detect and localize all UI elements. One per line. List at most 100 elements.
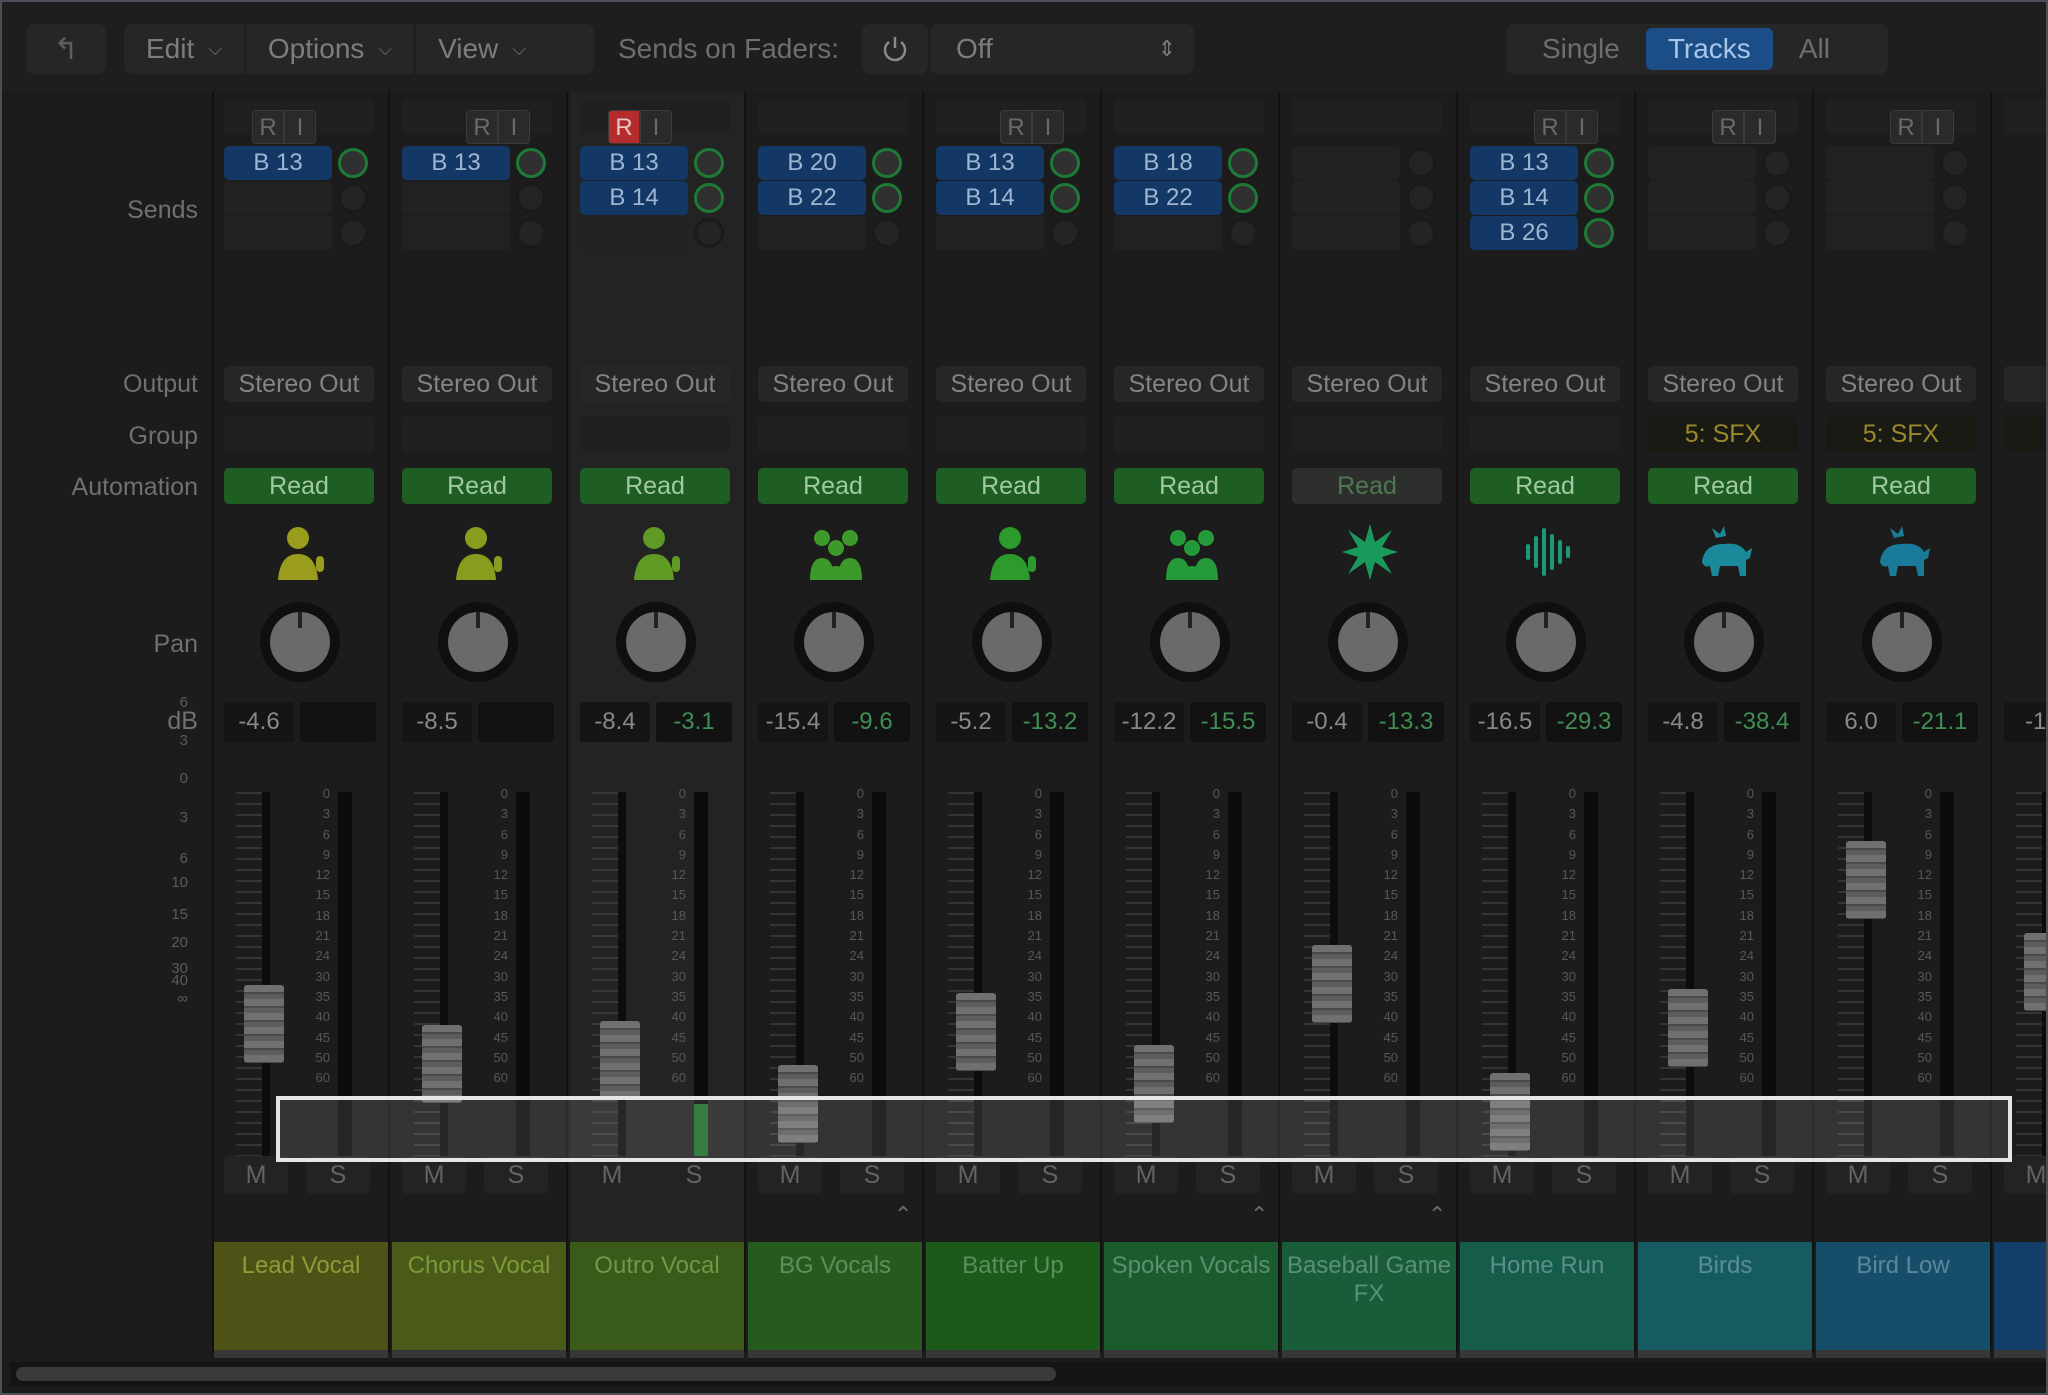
send-level-knob[interactable] [1228,148,1258,178]
read-button[interactable]: R [1890,110,1922,144]
track-name[interactable]: Home Run [1460,1242,1634,1352]
send-level-knob[interactable] [1762,218,1792,248]
send-slot-empty[interactable] [224,181,332,215]
peak-level-value[interactable]: -3.1 [656,702,732,742]
send-slot-empty[interactable] [1826,181,1934,215]
automation-mode-button[interactable]: Read [224,468,374,504]
send-level-knob[interactable] [338,148,368,178]
input-monitoring-button[interactable]: I [1032,110,1064,144]
scrollbar-thumb[interactable] [16,1367,1056,1381]
send-level-knob[interactable] [516,183,546,213]
pan-knob[interactable] [1328,602,1408,682]
send-level-knob[interactable] [872,148,902,178]
volume-fader[interactable] [1312,945,1352,1023]
automation-mode-button[interactable]: Read [1648,468,1798,504]
send-slot[interactable]: B 13 [1470,146,1578,180]
pan-knob[interactable] [616,602,696,682]
read-button[interactable]: R [252,110,284,144]
channel-strip[interactable]: B 13 B 14 Stereo Out Read -8.4 -3.1 0 3 6 9 12 15 18… [570,92,746,1358]
group-button[interactable] [224,416,374,452]
input-monitoring-button[interactable]: I [498,110,530,144]
send-level-knob[interactable] [1762,148,1792,178]
send-level-knob[interactable] [694,148,724,178]
send-level-knob[interactable] [516,148,546,178]
output-button[interactable]: Stereo Out [1470,366,1620,402]
send-slot[interactable]: B 13 [224,146,332,180]
volume-fader[interactable] [1668,989,1708,1067]
volume-value[interactable]: -4.6 [224,702,294,742]
volume-value[interactable]: -16.5 [1470,702,1540,742]
send-slot[interactable]: B 14 [1470,181,1578,215]
pan-knob[interactable] [1862,602,1942,682]
send-slot[interactable]: B 22 [758,181,866,215]
read-button[interactable]: R [608,110,640,144]
send-level-knob[interactable] [338,218,368,248]
options-menu[interactable]: Options ⌵ [246,24,417,74]
volume-fader[interactable] [244,985,284,1063]
send-level-knob[interactable] [1228,183,1258,213]
pan-knob[interactable] [438,602,518,682]
volume-value[interactable]: -0.4 [1292,702,1362,742]
send-slot[interactable]: B 14 [580,181,688,215]
output-button[interactable]: Stereo Out [1826,366,1976,402]
edit-menu[interactable]: Edit ⌵ [124,24,246,74]
peak-level-value[interactable]: -9.6 [834,702,910,742]
automation-mode-button[interactable]: Read [1470,468,1620,504]
send-level-knob[interactable] [694,218,724,248]
pan-knob[interactable] [794,602,874,682]
peak-level-value[interactable]: -13.2 [1012,702,1088,742]
chevron-up-icon[interactable]: ⌃ [1428,1202,1446,1228]
input-monitoring-button[interactable]: I [284,110,316,144]
group-button[interactable] [402,416,552,452]
insert-slot[interactable] [1114,100,1264,134]
group-button[interactable] [758,416,908,452]
volume-value[interactable]: 6.0 [1826,702,1896,742]
volume-value[interactable]: -4.8 [1648,702,1718,742]
peak-level-value[interactable] [478,702,554,742]
automation-mode-button[interactable]: Read [936,468,1086,504]
input-monitoring-button[interactable]: I [1566,110,1598,144]
output-button[interactable]: Stereo Out [1292,366,1442,402]
send-slot-empty[interactable] [402,216,510,250]
send-slot-empty[interactable] [1114,216,1222,250]
track-name[interactable]: Chorus Vocal [392,1242,566,1352]
automation-mode-button[interactable]: Read [1114,468,1264,504]
peak-level-value[interactable]: -15.5 [1190,702,1266,742]
output-button[interactable]: Ste [2004,366,2046,402]
automation-mode-button[interactable]: Read [1292,468,1442,504]
output-button[interactable]: Stereo Out [936,366,1086,402]
send-slot[interactable]: B 26 [1470,216,1578,250]
send-level-knob[interactable] [1228,218,1258,248]
track-name[interactable]: Baseball Game FX [1282,1242,1456,1352]
send-slot[interactable]: B 13 [580,146,688,180]
pan-knob[interactable] [972,602,1052,682]
send-level-knob[interactable] [1762,183,1792,213]
automation-mode-button[interactable]: Read [580,468,730,504]
sends-on-faders-power-button[interactable] [862,24,928,74]
peak-level-value[interactable] [300,702,376,742]
send-level-knob[interactable] [872,183,902,213]
read-button[interactable]: R [1000,110,1032,144]
output-button[interactable]: Stereo Out [1114,366,1264,402]
channel-strip[interactable]: Stereo Out 5: SFX Read 6.0 -21.1 0 3 6 9 12 15 18 21… [1816,92,1992,1358]
group-button[interactable] [580,416,730,452]
channel-strip[interactable]: B 20 B 22 Stereo Out Read -15.4 -9.6 0 3 6 9 12 15 1… [748,92,924,1358]
send-slot-empty[interactable] [1648,216,1756,250]
peak-level-value[interactable]: -29.3 [1546,702,1622,742]
volume-value[interactable]: -8.5 [402,702,472,742]
track-name[interactable]: Lead Vocal [214,1242,388,1352]
send-slot[interactable]: B 14 [936,181,1044,215]
send-level-knob[interactable] [1584,218,1614,248]
output-button[interactable]: Stereo Out [1648,366,1798,402]
track-name[interactable]: Bird Low [1816,1242,1990,1352]
send-slot-empty[interactable] [758,216,866,250]
volume-fader[interactable] [956,993,996,1071]
send-level-knob[interactable] [872,218,902,248]
volume-value[interactable]: -1. [2004,702,2046,742]
send-slot-empty[interactable] [1648,181,1756,215]
track-name[interactable]: Outro Vocal [570,1242,744,1352]
insert-slot[interactable] [758,100,908,134]
read-button[interactable]: R [1534,110,1566,144]
pan-knob[interactable] [1684,602,1764,682]
track-name[interactable]: BG Vocals [748,1242,922,1352]
